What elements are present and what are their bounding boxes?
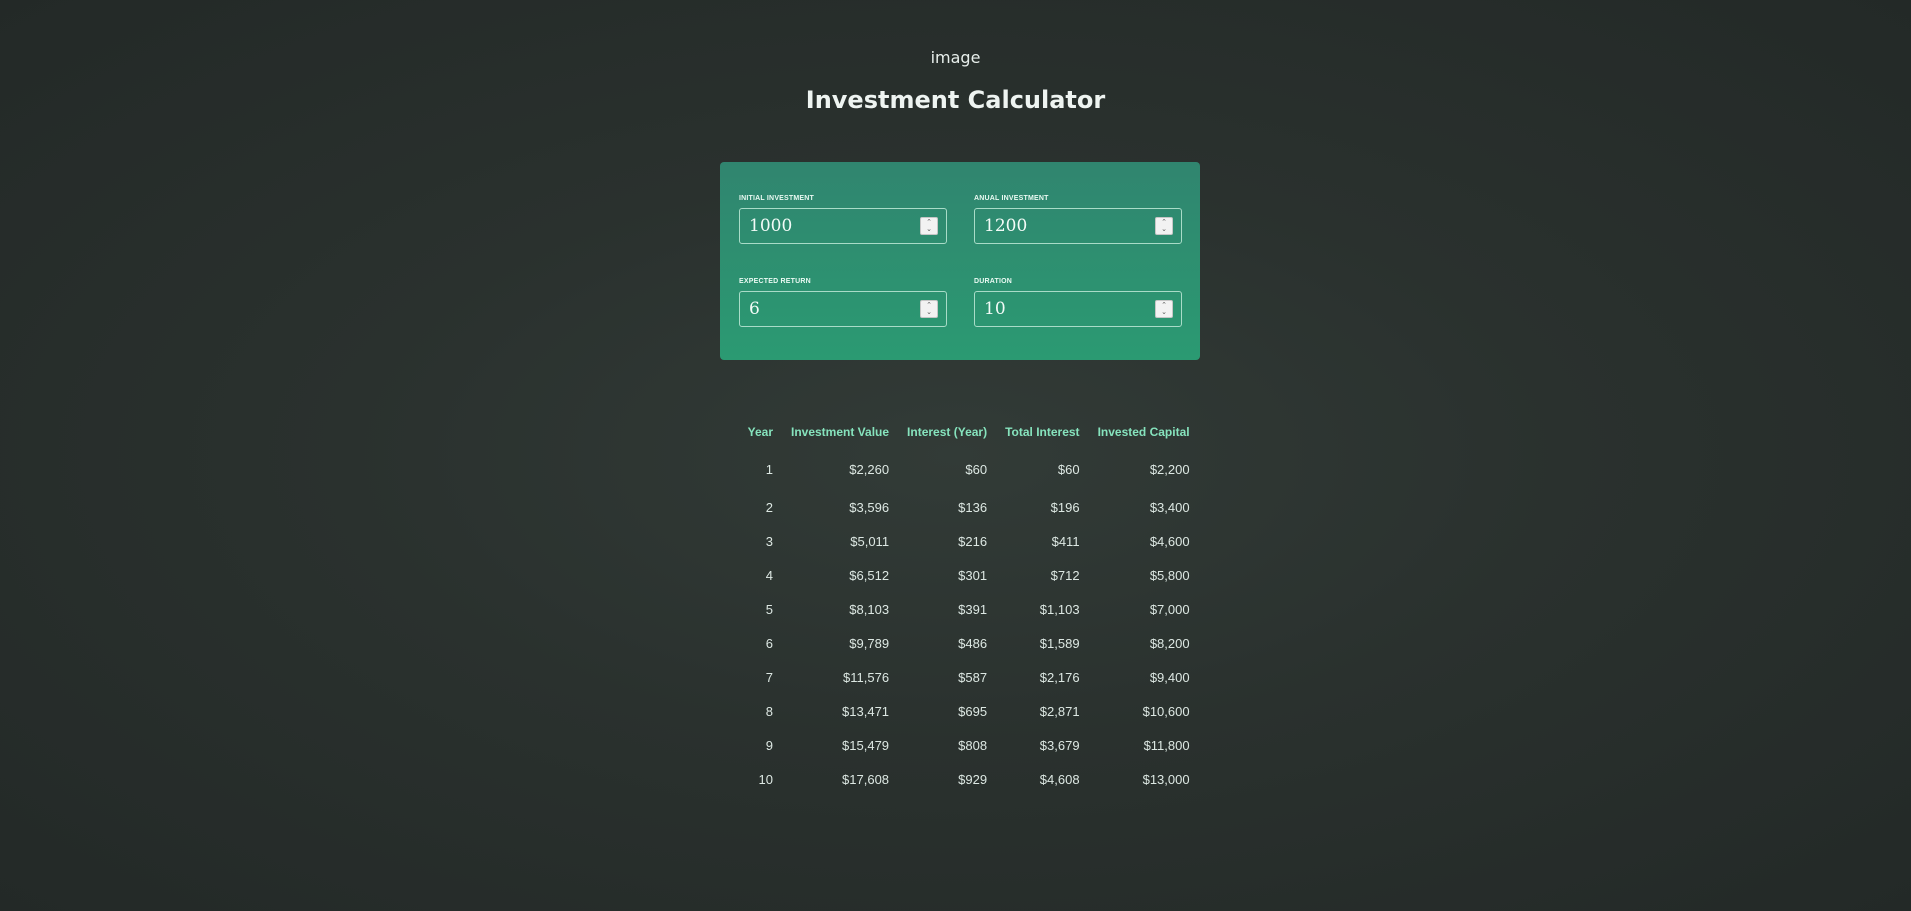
annual-investment-field: ANUAL INVESTMENT ⌃ ⌄ xyxy=(974,194,1182,244)
initial-investment-label: INITIAL INVESTMENT xyxy=(739,195,815,202)
initial-investment-field: INITIAL INVESTMENT ⌃ ⌄ xyxy=(739,194,947,244)
header-interest-year: Interest (Year) xyxy=(907,425,988,439)
cell-interest-year: $216 xyxy=(958,533,988,549)
cell-invested-capital: $3,400 xyxy=(1149,499,1190,515)
duration-input[interactable] xyxy=(975,292,1145,326)
cell-invested-capital: $9,400 xyxy=(1149,669,1190,685)
cell-total-interest: $4,608 xyxy=(1039,771,1080,787)
cell-invested-capital: $8,200 xyxy=(1149,635,1190,651)
cell-interest-year: $391 xyxy=(958,601,988,617)
cell-total-interest: $2,176 xyxy=(1039,669,1080,685)
table-row: 1 $2,260 $60 $60 $2,200 xyxy=(736,444,1199,490)
cell-total-interest: $3,679 xyxy=(1039,737,1080,753)
duration-label: DURATION xyxy=(974,278,1013,285)
cell-year: 10 xyxy=(758,771,773,787)
cell-investment-value: $13,471 xyxy=(842,703,890,719)
cell-invested-capital: $7,000 xyxy=(1149,601,1190,617)
table-row: 7 $11,576 $587 $2,176 $9,400 xyxy=(736,660,1199,694)
table-row: 2 $3,596 $136 $196 $3,400 xyxy=(736,490,1199,524)
cell-invested-capital: $13,000 xyxy=(1142,771,1190,787)
cell-investment-value: $17,608 xyxy=(842,771,890,787)
results-table: Year Investment Value Interest (Year) To… xyxy=(736,420,1199,796)
chevron-down-icon[interactable]: ⌄ xyxy=(925,309,933,316)
cell-interest-year: $60 xyxy=(965,461,988,477)
cell-total-interest: $1,589 xyxy=(1039,635,1080,651)
header-year: Year xyxy=(747,425,773,439)
table-row: 8 $13,471 $695 $2,871 $10,600 xyxy=(736,694,1199,728)
annual-investment-input[interactable] xyxy=(975,209,1145,243)
cell-year: 6 xyxy=(765,635,773,651)
cell-interest-year: $136 xyxy=(958,499,988,515)
initial-investment-input[interactable] xyxy=(740,209,910,243)
cell-year: 7 xyxy=(765,669,773,685)
header-investment-value: Investment Value xyxy=(791,425,890,439)
table-row: 6 $9,789 $486 $1,589 $8,200 xyxy=(736,626,1199,660)
cell-year: 8 xyxy=(765,703,773,719)
annual-investment-stepper[interactable]: ⌃ ⌄ xyxy=(1155,217,1173,235)
cell-year: 3 xyxy=(765,533,773,549)
cell-total-interest: $60 xyxy=(1057,461,1080,477)
header-total-interest: Total Interest xyxy=(1005,425,1080,439)
duration-box: ⌃ ⌄ xyxy=(974,291,1182,327)
annual-investment-box: ⌃ ⌄ xyxy=(974,208,1182,244)
cell-investment-value: $5,011 xyxy=(850,533,890,549)
cell-total-interest: $411 xyxy=(1051,533,1080,549)
cell-year: 9 xyxy=(765,737,773,753)
table-row: 5 $8,103 $391 $1,103 $7,000 xyxy=(736,592,1199,626)
cell-invested-capital: $4,600 xyxy=(1149,533,1190,549)
cell-year: 2 xyxy=(765,499,773,515)
cell-invested-capital: $10,600 xyxy=(1142,703,1190,719)
expected-return-stepper[interactable]: ⌃ ⌄ xyxy=(920,300,938,318)
cell-total-interest: $196 xyxy=(1050,499,1080,515)
user-input-panel: INITIAL INVESTMENT ⌃ ⌄ ANUAL INVESTMENT … xyxy=(720,162,1200,360)
initial-investment-box: ⌃ ⌄ xyxy=(739,208,947,244)
cell-year: 4 xyxy=(765,567,773,583)
header-invested-capital: Invested Capital xyxy=(1097,425,1190,439)
cell-investment-value: $2,260 xyxy=(849,461,890,477)
cell-invested-capital: $11,800 xyxy=(1143,737,1190,753)
chevron-down-icon[interactable]: ⌄ xyxy=(925,226,933,233)
cell-interest-year: $587 xyxy=(958,669,988,685)
table-row: 9 $15,479 $808 $3,679 $11,800 xyxy=(736,728,1199,762)
cell-investment-value: $8,103 xyxy=(849,601,890,617)
table-row: 3 $5,011 $216 $411 $4,600 xyxy=(736,524,1199,558)
cell-total-interest: $712 xyxy=(1050,567,1080,583)
cell-interest-year: $301 xyxy=(958,567,988,583)
duration-stepper[interactable]: ⌃ ⌄ xyxy=(1155,300,1173,318)
annual-investment-label: ANUAL INVESTMENT xyxy=(974,195,1049,202)
cell-interest-year: $486 xyxy=(958,635,988,651)
cell-interest-year: $929 xyxy=(958,771,988,787)
cell-total-interest: $2,871 xyxy=(1039,703,1080,719)
cell-interest-year: $808 xyxy=(958,737,988,753)
page-title: Investment Calculator xyxy=(805,86,1106,114)
expected-return-label: EXPECTED RETURN xyxy=(739,278,811,285)
cell-investment-value: $3,596 xyxy=(849,499,890,515)
chevron-down-icon[interactable]: ⌄ xyxy=(1160,226,1168,233)
chevron-down-icon[interactable]: ⌄ xyxy=(1160,309,1168,316)
cell-investment-value: $6,512 xyxy=(849,567,890,583)
cell-total-interest: $1,103 xyxy=(1039,601,1080,617)
cell-invested-capital: $2,200 xyxy=(1149,461,1190,477)
cell-year: 5 xyxy=(765,601,773,617)
table-row: 4 $6,512 $301 $712 $5,800 xyxy=(736,558,1199,592)
table-row: 10 $17,608 $929 $4,608 $13,000 xyxy=(736,762,1199,796)
table-header-row: Year Investment Value Interest (Year) To… xyxy=(736,420,1199,444)
cell-year: 1 xyxy=(765,461,773,477)
expected-return-field: EXPECTED RETURN ⌃ ⌄ xyxy=(739,277,947,327)
cell-investment-value: $15,479 xyxy=(842,737,890,753)
duration-field: DURATION ⌃ ⌄ xyxy=(974,277,1182,327)
initial-investment-stepper[interactable]: ⌃ ⌄ xyxy=(920,217,938,235)
cell-investment-value: $11,576 xyxy=(843,669,890,685)
cell-investment-value: $9,789 xyxy=(849,635,890,651)
expected-return-input[interactable] xyxy=(740,292,910,326)
header-logo-image: image xyxy=(930,48,981,67)
cell-invested-capital: $5,800 xyxy=(1149,567,1190,583)
expected-return-box: ⌃ ⌄ xyxy=(739,291,947,327)
cell-interest-year: $695 xyxy=(958,703,988,719)
